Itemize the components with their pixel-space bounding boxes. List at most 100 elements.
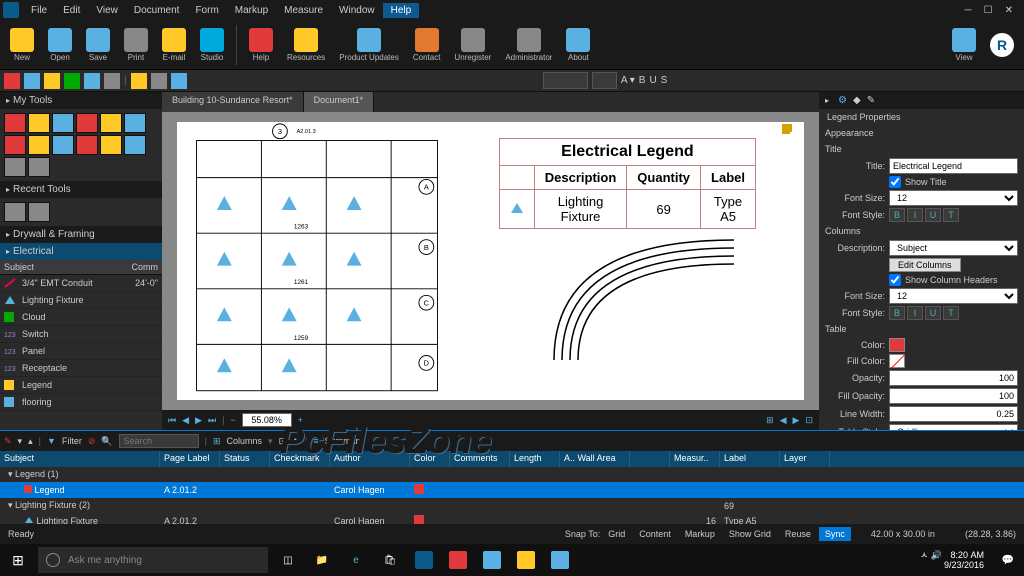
column-header[interactable]: Status [220, 451, 270, 467]
recent-header[interactable]: Recent Tools [0, 181, 162, 198]
nav-first-icon[interactable]: ⏮ [168, 415, 176, 426]
tablestyle-select[interactable]: Gridlines [889, 424, 1018, 430]
electrical-item[interactable]: Lighting Fixture [0, 292, 162, 309]
notifications-icon[interactable]: 💬 [992, 555, 1024, 566]
menu-form[interactable]: Form [187, 3, 226, 18]
title-input[interactable] [889, 158, 1018, 174]
electrical-item[interactable]: Cloud [0, 309, 162, 326]
tool-item[interactable] [4, 113, 26, 133]
tool-icon[interactable]: ⊡ [279, 436, 287, 447]
column-header[interactable]: Comments [450, 451, 510, 467]
fontsize2-select[interactable]: 12 [889, 288, 1018, 304]
zoom-out-icon[interactable]: − [230, 415, 235, 425]
menu-document[interactable]: Document [126, 3, 188, 18]
underline-icon[interactable]: U [649, 75, 656, 86]
drywall-header[interactable]: Drywall & Framing [0, 226, 162, 243]
tool-item[interactable] [4, 157, 26, 177]
clear-icon[interactable]: ⊘ [88, 436, 96, 447]
zoom-in-icon[interactable]: + [298, 415, 303, 425]
tool-item[interactable] [100, 135, 122, 155]
tool-item[interactable] [28, 113, 50, 133]
canvas[interactable]: 3 A2.01.3 A B C D 1263 1261 1259 [162, 112, 819, 410]
edge-icon[interactable]: e [340, 547, 372, 573]
markup-row[interactable]: Lighting FixtureA 2.01.2Carol Hagen16Typ… [0, 513, 1024, 524]
cortana-search[interactable]: Ask me anything [38, 547, 268, 573]
tool-item[interactable] [52, 135, 74, 155]
tool-icon[interactable] [104, 73, 120, 89]
menu-view[interactable]: View [88, 3, 126, 18]
snap-show-grid[interactable]: Show Grid [723, 527, 777, 541]
column-header[interactable]: Author [330, 451, 410, 467]
showheaders-checkbox[interactable] [889, 274, 901, 286]
pen-icon[interactable]: ✎ [4, 436, 12, 447]
revu-logo[interactable]: R [984, 31, 1020, 59]
shape-icon[interactable] [171, 73, 187, 89]
app-icon[interactable] [544, 547, 576, 573]
tool-icon[interactable] [44, 73, 60, 89]
snap-sync[interactable]: Sync [819, 527, 851, 541]
column-header[interactable]: Measur.. [670, 451, 720, 467]
minimize-icon[interactable]: ─ [965, 5, 972, 16]
tool-icon[interactable] [64, 73, 80, 89]
column-header[interactable]: Layer [780, 451, 830, 467]
resources-button[interactable]: Resources [281, 26, 331, 64]
pen-icon[interactable]: ✎ [867, 95, 875, 106]
font-select[interactable] [543, 72, 588, 89]
view-button[interactable]: View [946, 26, 982, 64]
snap-reuse[interactable]: Reuse [779, 527, 817, 541]
tool-item[interactable] [28, 157, 50, 177]
start-button[interactable]: ⊞ [0, 547, 36, 573]
showtitle-checkbox[interactable] [889, 176, 901, 188]
taskview-icon[interactable]: ◫ [272, 547, 304, 573]
document-tab[interactable]: Building 10-Sundance Resort* [162, 92, 304, 112]
fillopacity-input[interactable] [889, 388, 1018, 404]
view-icon[interactable]: ⊞ [766, 415, 774, 426]
electrical-item[interactable]: 123Receptacle [0, 360, 162, 377]
e-mail-button[interactable]: E-mail [156, 26, 192, 64]
electrical-header[interactable]: Electrical [0, 243, 162, 260]
strike-icon[interactable]: S [661, 75, 668, 86]
gear-icon[interactable]: ⚙ [838, 95, 847, 106]
nav-prev-icon[interactable]: ◀ [182, 415, 189, 426]
document-tab[interactable]: Document1* [304, 92, 375, 112]
tool-item[interactable] [124, 135, 146, 155]
column-header[interactable] [630, 451, 670, 467]
search-input[interactable] [119, 434, 199, 448]
electrical-item[interactable]: Legend [0, 377, 162, 394]
view-icon[interactable]: ◀ [780, 415, 787, 426]
app-icon[interactable] [442, 547, 474, 573]
open-button[interactable]: Open [42, 26, 78, 64]
menu-edit[interactable]: Edit [55, 3, 88, 18]
fontstyle2-buttons[interactable]: BIUT [889, 306, 959, 320]
view-icon[interactable]: ⊡ [805, 415, 813, 426]
tool-icon[interactable]: ◆ [292, 436, 299, 447]
expand-icon[interactable]: ▴ [28, 436, 33, 447]
search-icon[interactable]: 🔍 [101, 436, 112, 447]
editcolumns-button[interactable]: Edit Columns [889, 258, 961, 272]
menu-help[interactable]: Help [383, 3, 420, 18]
column-header[interactable]: Length [510, 451, 560, 467]
column-header[interactable]: Page Label [160, 451, 220, 467]
tag-icon[interactable]: ◆ [853, 95, 861, 106]
tool-item[interactable] [4, 135, 26, 155]
mytools-header[interactable]: My Tools [0, 92, 162, 109]
zoom-input[interactable] [242, 413, 292, 427]
nav-next-icon[interactable]: ▶ [195, 415, 202, 426]
opacity-input[interactable] [889, 370, 1018, 386]
tool-icon[interactable] [84, 73, 100, 89]
about-button[interactable]: About [560, 26, 596, 64]
fillcolor-swatch[interactable] [889, 354, 905, 368]
markup-row[interactable]: ▾ Legend (1) [0, 467, 1024, 482]
column-header[interactable]: Checkmark [270, 451, 330, 467]
tool-item[interactable] [28, 202, 50, 222]
help-button[interactable]: Help [243, 26, 279, 64]
maximize-icon[interactable]: ☐ [984, 5, 993, 16]
linewidth-input[interactable] [889, 406, 1018, 422]
save-button[interactable]: Save [80, 26, 116, 64]
collapse-icon[interactable]: ▾ [18, 436, 23, 447]
snap-markup[interactable]: Markup [679, 527, 721, 541]
close-icon[interactable]: ✕ [1005, 5, 1013, 16]
shape-icon[interactable] [131, 73, 147, 89]
shape-icon[interactable] [151, 73, 167, 89]
description-select[interactable]: Subject [889, 240, 1018, 256]
